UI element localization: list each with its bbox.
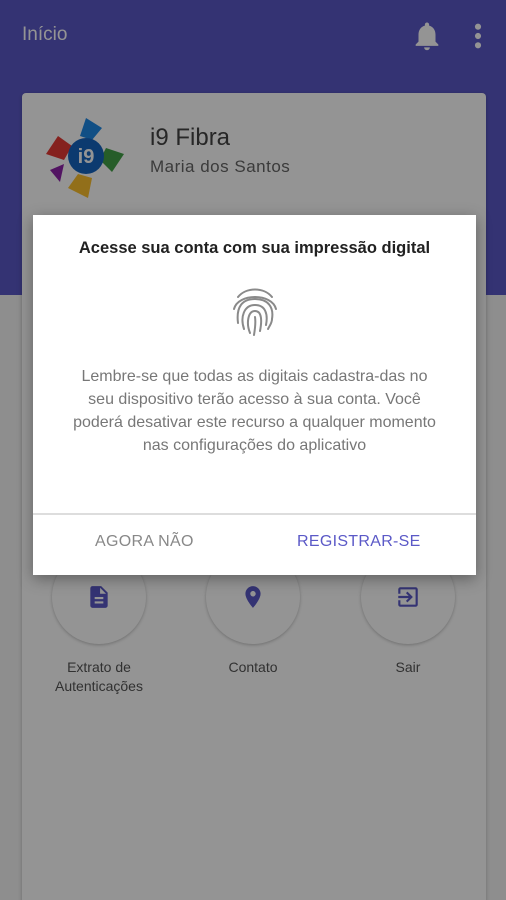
- dialog-title: Acesse sua conta com sua impressão digit…: [78, 239, 431, 257]
- dialog-divider: [33, 513, 476, 515]
- dialog-message: Lembre-se que todas as digitais cadastra…: [73, 368, 436, 454]
- fingerprint-dialog: Acesse sua conta com sua impressão digit…: [33, 215, 476, 575]
- fingerprint-icon: [233, 288, 277, 336]
- not-now-button[interactable]: AGORA NÃO: [95, 533, 194, 551]
- register-button[interactable]: REGISTRAR-SE: [297, 533, 421, 551]
